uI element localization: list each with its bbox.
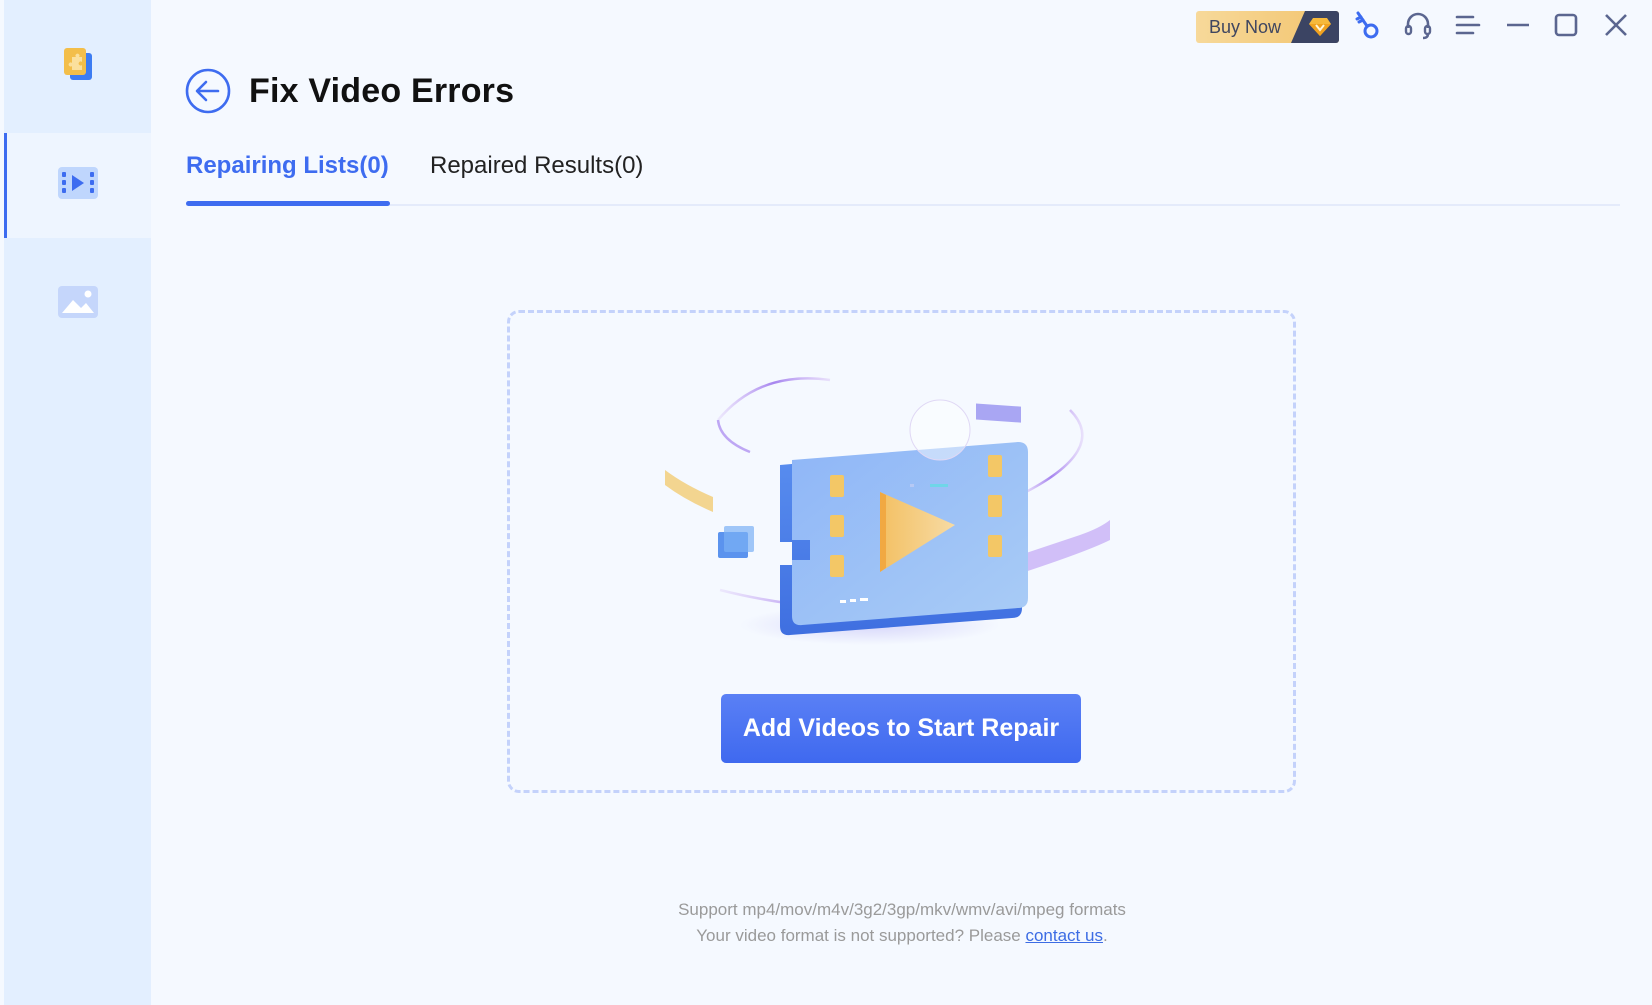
sidebar-item-toolbox[interactable]: [4, 0, 151, 133]
buy-now-button[interactable]: Buy Now: [1196, 11, 1339, 43]
sidebar-item-photo-repair[interactable]: [4, 252, 151, 357]
image-icon: [57, 285, 99, 324]
back-button[interactable]: [185, 68, 231, 114]
maximize-icon: [1553, 12, 1579, 43]
headset-icon: [1403, 10, 1433, 45]
minimize-button[interactable]: [1502, 11, 1534, 43]
video-film-icon: [56, 165, 100, 206]
puzzle-app-icon: [61, 46, 95, 87]
active-tab-indicator: [186, 201, 390, 206]
add-videos-button[interactable]: Add Videos to Start Repair: [721, 694, 1081, 763]
unsupported-format-note: Your video format is not supported? Plea…: [76, 926, 1652, 946]
unsupported-prefix: Your video format is not supported? Plea…: [696, 926, 1026, 945]
tab-repaired-results[interactable]: Repaired Results(0): [430, 149, 643, 183]
tab-divider: [186, 204, 1620, 206]
menu-icon: [1455, 13, 1481, 42]
page-title: Fix Video Errors: [249, 72, 515, 110]
maximize-button[interactable]: [1550, 11, 1582, 43]
unsupported-suffix: .: [1102, 926, 1108, 945]
tab-repairing-lists[interactable]: Repairing Lists(0): [186, 149, 389, 183]
title-bar: Buy Now: [1172, 0, 1652, 54]
app-window: Buy Now Fix Video Errors Repairing Lists…: [0, 0, 1652, 1005]
sidebar-item-video-repair[interactable]: [4, 133, 151, 238]
minimize-icon: [1505, 13, 1531, 42]
key-icon: [1353, 10, 1381, 45]
menu-button[interactable]: [1452, 11, 1484, 43]
back-arrow-icon: [185, 68, 231, 118]
contact-us-link[interactable]: contact us: [1025, 926, 1103, 945]
tab-bar: Repairing Lists(0) Repaired Results(0): [186, 145, 1620, 206]
sidebar: [4, 0, 151, 1005]
video-repair-illustration: [640, 360, 1140, 670]
buy-now-label: Buy Now: [1209, 16, 1282, 37]
support-button[interactable]: [1402, 11, 1434, 43]
video-illustration-icon: [665, 377, 1110, 645]
supported-formats-text: Support mp4/mov/m4v/3g2/3gp/mkv/wmv/avi/…: [678, 900, 1126, 919]
key-button[interactable]: [1351, 11, 1383, 43]
close-icon: [1603, 12, 1629, 43]
diamond-icon: [1291, 11, 1339, 43]
close-button[interactable]: [1600, 11, 1632, 43]
